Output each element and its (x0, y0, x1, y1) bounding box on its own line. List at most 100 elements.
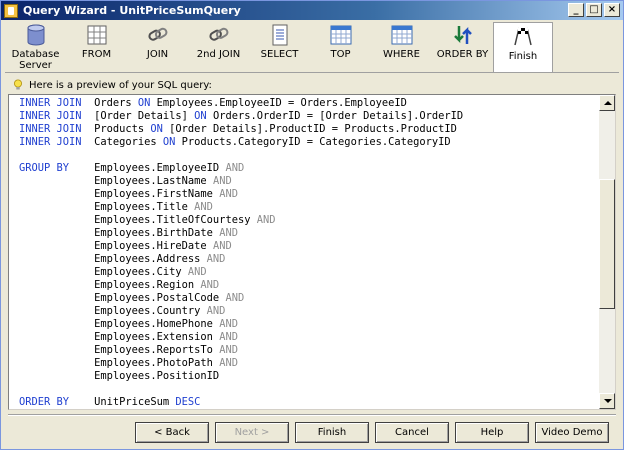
next-button[interactable]: Next > (215, 422, 289, 443)
toolbar-step-2nd-join[interactable]: 2nd JOIN (188, 22, 249, 72)
sql-operator: AND (206, 305, 226, 317)
sql-text: Employees.BirthDate (19, 227, 220, 239)
sql-text: Employees.Address (19, 253, 207, 265)
query-wizard-window: Query Wizard - UnitPriceSumQuery _ □ × D… (0, 0, 624, 450)
sql-preview-editor[interactable]: INNER JOIN Orders ON Employees.EmployeeI… (8, 94, 616, 410)
toolbar-step-label: WHERE (383, 49, 420, 60)
sql-line (19, 383, 463, 396)
toolbar-step-top[interactable]: TOP (310, 22, 371, 72)
sql-line: Employees.Title AND (19, 201, 463, 214)
sql-operator: AND (219, 227, 238, 239)
toolbar-step-from[interactable]: FROM (66, 22, 127, 72)
sql-text: Employees.LastName (19, 175, 213, 187)
cancel-button[interactable]: Cancel (375, 422, 449, 443)
preview-hint: Here is a preview of your SQL query: (13, 79, 212, 91)
wizard-step-toolbar: Database Server FROM JOIN 2nd JOIN SELECT TOP… (5, 22, 619, 72)
sql-text: Employees.PhotoPath (19, 357, 220, 369)
sql-line: GROUP BY Employees.EmployeeID AND (19, 162, 463, 175)
sql-line: Employees.HireDate AND (19, 240, 463, 253)
sql-keyword: INNER JOIN (19, 110, 82, 122)
table-grid-icon (85, 24, 109, 46)
title-bar[interactable]: Query Wizard - UnitPriceSumQuery _ □ × (1, 1, 623, 20)
sql-operator: AND (212, 240, 232, 252)
calendar-grid-icon (390, 24, 414, 46)
maximize-button[interactable]: □ (586, 3, 602, 17)
sql-text: Employees.Title (19, 201, 195, 213)
toolbar-step-label: ORDER BY (436, 49, 489, 60)
scroll-down-button[interactable] (599, 393, 615, 409)
sql-keyword: DESC (175, 396, 201, 408)
sql-text: Employees.EmployeeID (69, 162, 226, 174)
minimize-button[interactable]: _ (568, 3, 584, 17)
sql-operator: AND (206, 253, 226, 265)
sql-text: Employees.TitleOfCourtesy (19, 214, 257, 226)
preview-hint-text: Here is a preview of your SQL query: (29, 79, 212, 91)
toolbar-divider (5, 72, 619, 73)
help-button[interactable]: Help (455, 422, 529, 443)
window-controls: _ □ × (568, 3, 620, 17)
sql-code: INNER JOIN Orders ON Employees.EmployeeI… (19, 97, 463, 409)
calendar-grid-icon (329, 24, 353, 46)
toolbar-step-order-by[interactable]: ORDER BY (432, 22, 493, 72)
sql-text: Employees.Extension (19, 331, 220, 343)
sql-text: Employees.FirstName (19, 188, 220, 200)
sql-text: Employees.HomePhone (19, 318, 220, 330)
sql-line: Employees.HomePhone AND (19, 318, 463, 331)
sql-text: Employees.Region (19, 279, 201, 291)
back-button[interactable]: < Back (135, 422, 209, 443)
sql-operator: AND (219, 344, 238, 356)
sql-line: Employees.Extension AND (19, 331, 463, 344)
sql-line: Employees.Country AND (19, 305, 463, 318)
wizard-buttons: < Back Next > Finish Cancel Help Video D… (135, 422, 609, 443)
scroll-up-button[interactable] (599, 95, 615, 111)
toolbar-step-where[interactable]: WHERE (371, 22, 432, 72)
toolbar-step-database-server[interactable]: Database Server (5, 22, 66, 72)
toolbar-step-label: Finish (508, 51, 538, 62)
sql-keyword: ON (150, 123, 163, 135)
sql-line: Employees.PostalCode AND (19, 292, 463, 305)
document-list-icon (268, 24, 292, 46)
sql-line: Employees.City AND (19, 266, 463, 279)
sql-operator: AND (219, 318, 238, 330)
toolbar-step-select[interactable]: SELECT (249, 22, 310, 72)
sql-line: ORDER BY UnitPriceSum DESC (19, 396, 463, 409)
sql-line: INNER JOIN Products ON [Order Details].P… (19, 123, 463, 136)
scroll-thumb[interactable] (599, 179, 615, 310)
sql-text: Employees.City (19, 266, 188, 278)
sql-line: Employees.PhotoPath AND (19, 357, 463, 370)
bottom-divider (8, 414, 616, 416)
sql-line: Employees.LastName AND (19, 175, 463, 188)
sql-operator: AND (256, 214, 276, 226)
sql-line: Employees.TitleOfCourtesy AND (19, 214, 463, 227)
chain-link-icon (146, 24, 170, 46)
sql-operator: AND (212, 175, 232, 187)
video-demo-button[interactable]: Video Demo (535, 422, 609, 443)
sql-text: Employees.EmployeeID = Orders.EmployeeID (150, 97, 407, 109)
toolbar-step-finish[interactable]: Finish (493, 22, 553, 72)
sql-text: [Order Details].ProductID = Products.Pro… (162, 123, 457, 135)
finish-button[interactable]: Finish (295, 422, 369, 443)
toolbar-step-label: 2nd JOIN (196, 49, 241, 60)
sql-line: INNER JOIN [Order Details] ON Orders.Ord… (19, 110, 463, 123)
sql-line: Employees.Address AND (19, 253, 463, 266)
arrow-up-icon (604, 101, 612, 105)
sql-text: Employees.PostalCode (19, 292, 226, 304)
sql-text: Orders (81, 97, 138, 109)
sql-line: INNER JOIN Orders ON Employees.EmployeeI… (19, 97, 463, 110)
sql-text: Employees.HireDate (19, 240, 213, 252)
sql-line (19, 149, 463, 162)
vertical-scrollbar[interactable] (599, 95, 615, 409)
toolbar-step-label: FROM (81, 49, 112, 60)
sql-keyword: ON (137, 97, 151, 109)
toolbar-step-join[interactable]: JOIN (127, 22, 188, 72)
sql-operator: AND (187, 266, 207, 278)
sort-arrows-icon (451, 24, 475, 46)
sql-keyword: ON (162, 136, 176, 148)
sql-keyword: INNER JOIN (19, 136, 82, 148)
sql-line: Employees.ReportsTo AND (19, 344, 463, 357)
toolbar-step-label: Database Server (11, 49, 60, 71)
lightbulb-icon (14, 79, 22, 90)
close-button[interactable]: × (604, 3, 620, 17)
sql-operator: AND (225, 292, 245, 304)
sql-text: Employees.Country (19, 305, 207, 317)
